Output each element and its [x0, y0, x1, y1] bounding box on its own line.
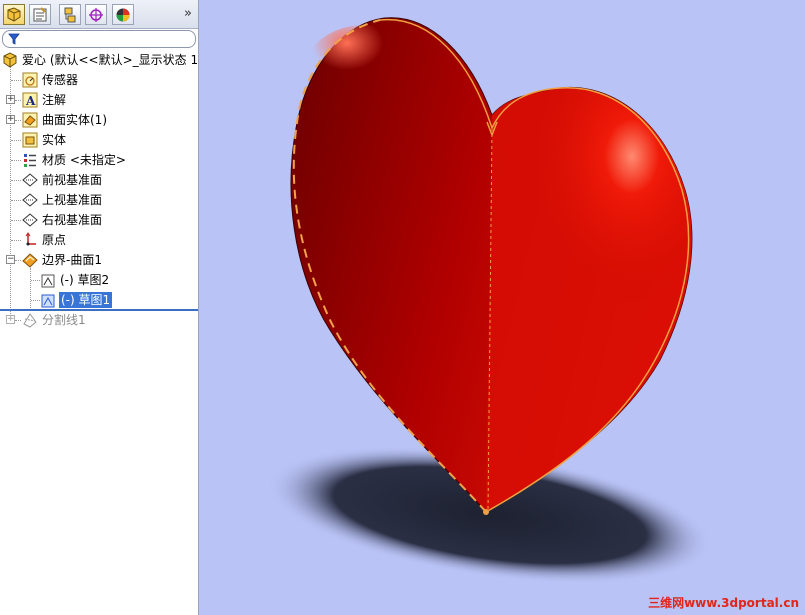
heart-model-view	[267, 17, 713, 584]
boundary-surface-icon	[22, 253, 38, 268]
plane-icon	[22, 173, 38, 187]
tree-root-label: 爱心 (默认<<默认>_显示状态 1	[22, 53, 199, 67]
part-icon	[3, 52, 17, 68]
tree-item-sensors[interactable]: 传感器	[0, 70, 198, 90]
watermark-url: www.3dportal.cn	[684, 596, 799, 610]
tree-item-label: 传感器	[42, 73, 79, 87]
filter-icon	[8, 33, 20, 45]
tree-connector	[31, 280, 40, 281]
display-manager-icon	[116, 8, 130, 21]
collapse-toggle[interactable]: −	[6, 255, 15, 264]
tree-item-boundary-surface[interactable]: − 边界-曲面1	[0, 250, 198, 270]
plane-icon	[22, 193, 38, 207]
tree-item-material[interactable]: 材质 <未指定>	[0, 150, 198, 170]
sketch-icon	[41, 274, 55, 288]
split-line-icon	[23, 313, 37, 328]
rollback-bar[interactable]	[0, 309, 198, 311]
tree-connector	[11, 240, 21, 241]
tree-item-label: 上视基准面	[42, 193, 103, 207]
tree-item-label: (-) 草图1	[59, 292, 113, 308]
tree-item-front-plane[interactable]: 前视基准面	[0, 170, 198, 190]
tree-item-solid-bodies[interactable]: 实体	[0, 130, 198, 150]
tree-item-origin[interactable]: 原点	[0, 230, 198, 250]
tab-display-manager[interactable]	[112, 4, 134, 25]
sketch-endpoint	[483, 509, 489, 515]
feature-manager-panel: » 爱心 (默认<<默认>_显示状态 1 传感器 + A 注解 + 曲面实体(1…	[0, 0, 199, 615]
annotation-icon: A	[22, 92, 38, 108]
expand-toggle[interactable]: +	[6, 315, 15, 324]
plane-icon	[22, 213, 38, 227]
tree-item-label: 材质 <未指定>	[42, 153, 126, 167]
more-tabs-button[interactable]: »	[184, 6, 192, 21]
graphics-viewport[interactable]: 三维网www.3dportal.cn	[199, 0, 805, 615]
tree-item-label: 右视基准面	[42, 213, 103, 227]
tree-item-sketch1[interactable]: (-) 草图1	[0, 290, 198, 310]
tree-item-label: 前视基准面	[42, 173, 103, 187]
tree-item-annotations[interactable]: + A 注解	[0, 90, 198, 110]
tab-feature-manager[interactable]	[3, 4, 25, 25]
tree-item-surface-bodies[interactable]: + 曲面实体(1)	[0, 110, 198, 130]
sensor-icon	[22, 72, 38, 88]
solid-bodies-icon	[22, 132, 38, 148]
tree-connector	[11, 160, 21, 161]
tree-item-label: (-) 草图2	[60, 273, 110, 287]
configuration-manager-icon	[64, 7, 76, 22]
tree-item-label: 实体	[42, 133, 67, 147]
material-icon	[24, 154, 36, 167]
manager-tab-bar: »	[0, 0, 198, 29]
tree-connector	[11, 140, 21, 141]
tree-connector	[15, 120, 21, 121]
tree-item-label: 曲面实体(1)	[42, 113, 107, 127]
origin-icon	[25, 232, 36, 246]
expand-toggle[interactable]: +	[6, 115, 15, 124]
feature-manager-icon	[7, 6, 21, 22]
tree-item-right-plane[interactable]: 右视基准面	[0, 210, 198, 230]
tree-item-label: 分割线1	[42, 313, 86, 327]
tab-configuration-manager[interactable]	[59, 4, 81, 25]
sketch-icon	[41, 294, 55, 308]
tree-item-label: 边界-曲面1	[42, 253, 102, 267]
svg-text:A: A	[25, 94, 36, 108]
tree-connector	[15, 100, 21, 101]
tree-filter-input[interactable]	[2, 30, 196, 48]
property-manager-icon	[33, 6, 47, 21]
tree-root[interactable]: 爱心 (默认<<默认>_显示状态 1	[0, 50, 198, 70]
tree-item-split-line[interactable]: + 分割线1	[0, 310, 198, 330]
tree-item-label: 注解	[42, 93, 67, 107]
tree-item-label: 原点	[42, 233, 67, 247]
tree-connector	[15, 260, 21, 261]
tab-dimxpert-manager[interactable]	[85, 4, 107, 25]
tree-connector	[11, 200, 21, 201]
tree-item-sketch2[interactable]: (-) 草图2	[0, 270, 198, 290]
tree-connector	[11, 180, 21, 181]
watermark: 三维网www.3dportal.cn	[648, 594, 799, 611]
surface-bodies-icon	[22, 112, 38, 128]
tree-connector	[11, 220, 21, 221]
tree-connector	[15, 320, 21, 321]
dimxpert-icon	[89, 7, 103, 22]
watermark-brand: 三维网	[648, 596, 685, 610]
tree-connector	[11, 80, 21, 81]
tab-property-manager[interactable]	[29, 4, 51, 25]
expand-toggle[interactable]: +	[6, 95, 15, 104]
tree-item-top-plane[interactable]: 上视基准面	[0, 190, 198, 210]
tree-connector	[31, 300, 40, 301]
